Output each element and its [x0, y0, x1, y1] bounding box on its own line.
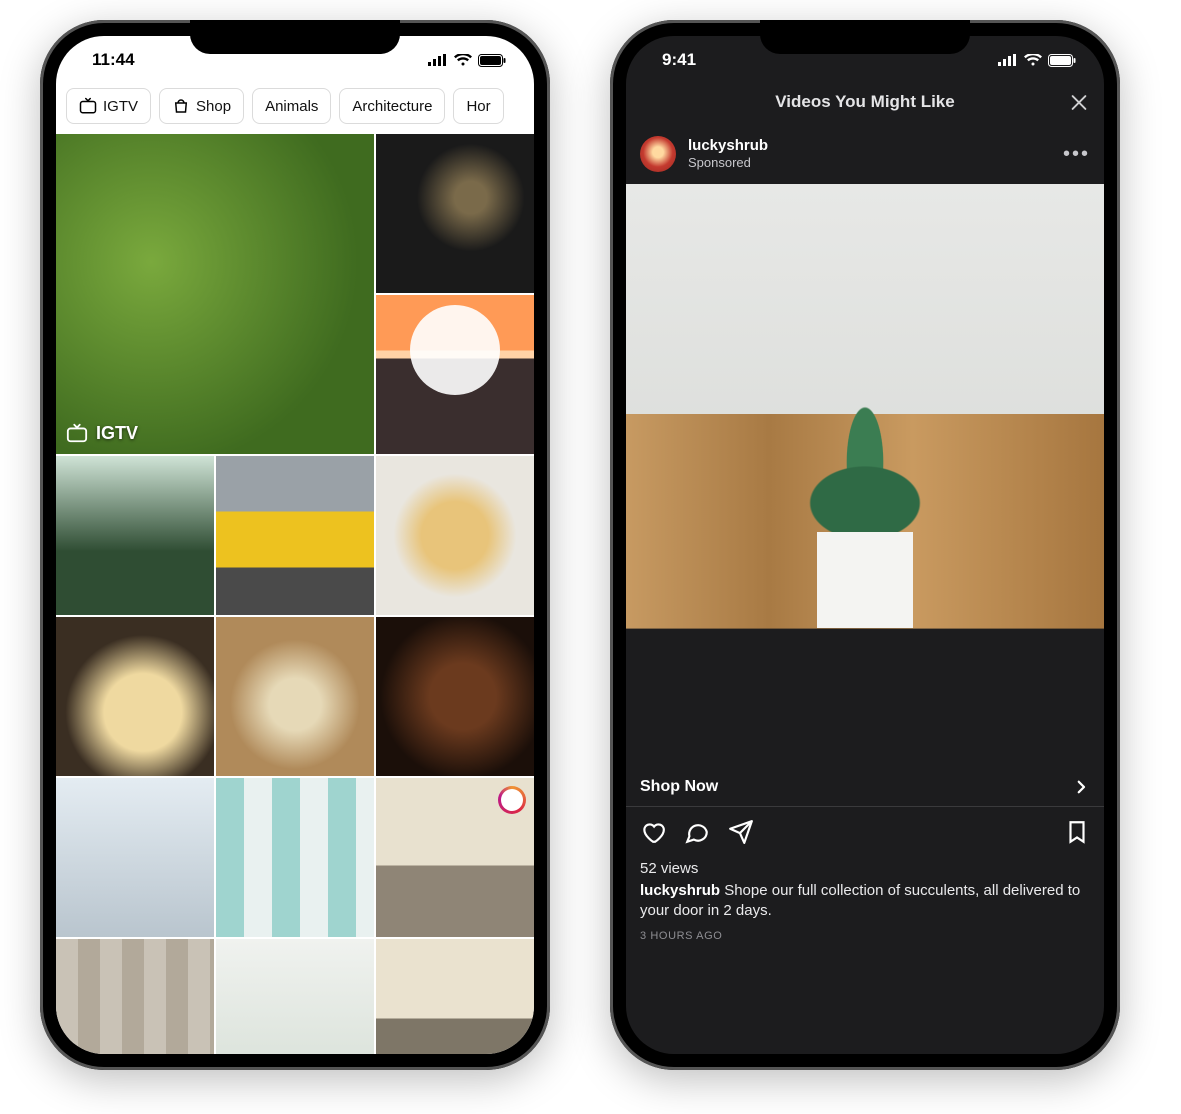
views-count: 52 views	[626, 856, 1104, 879]
grid-tile-greenery-house[interactable]	[56, 456, 214, 615]
chip-partial[interactable]: Hor	[453, 88, 503, 124]
igtv-badge: IGTV	[66, 422, 138, 444]
chip-label: Animals	[265, 98, 318, 115]
post-caption: luckyshrub Shope our full collection of …	[626, 879, 1104, 926]
share-button[interactable]	[728, 819, 754, 850]
explore-grid[interactable]: IGTV	[56, 134, 534, 1054]
wifi-icon	[1024, 54, 1042, 66]
grid-tile-yellow-car[interactable]	[216, 456, 374, 615]
post-user-block[interactable]: luckyshrub Sponsored	[688, 137, 768, 171]
post-timestamp: 3 HOURS AGO	[626, 926, 1104, 942]
post-header: luckyshrub Sponsored •••	[626, 126, 1104, 184]
avatar[interactable]	[640, 136, 676, 172]
chip-label: Architecture	[352, 98, 432, 115]
cta-bar[interactable]: Shop Now	[626, 764, 1104, 807]
post-username: luckyshrub	[688, 137, 768, 155]
cellular-icon	[998, 54, 1018, 66]
action-row	[626, 807, 1104, 856]
shopping-bag-icon	[172, 97, 190, 115]
grid-tile-feature-forest[interactable]: IGTV	[56, 134, 374, 454]
caption-username[interactable]: luckyshrub	[640, 882, 720, 899]
heart-icon	[640, 819, 666, 845]
story-ring-icon	[498, 786, 526, 814]
post-media-plant[interactable]	[626, 184, 1104, 764]
chip-label: Hor	[466, 98, 490, 115]
chevron-right-icon	[1072, 778, 1090, 796]
grid-tile-surfer[interactable]	[376, 778, 534, 937]
save-button[interactable]	[1064, 819, 1090, 850]
grid-tile-sunset[interactable]	[376, 295, 534, 454]
device-notch	[760, 20, 970, 54]
status-icons	[998, 54, 1076, 67]
phone-frame-explore: 11:44 IGTV Shop Animals Architecture	[40, 20, 550, 1070]
close-button[interactable]	[1068, 92, 1090, 119]
wifi-icon	[454, 54, 472, 66]
close-icon	[1068, 92, 1090, 114]
category-chips-row[interactable]: IGTV Shop Animals Architecture Hor	[56, 84, 534, 134]
cellular-icon	[428, 54, 448, 66]
page-title: Videos You Might Like	[775, 92, 954, 112]
grid-tile-noodles[interactable]	[56, 617, 214, 776]
chip-architecture[interactable]: Architecture	[339, 88, 445, 124]
grid-tile-latte[interactable]	[376, 617, 534, 776]
post-more-button[interactable]: •••	[1063, 143, 1090, 166]
chip-shop[interactable]: Shop	[159, 88, 244, 124]
grid-tile-balconies[interactable]	[216, 778, 374, 937]
chip-animals[interactable]: Animals	[252, 88, 331, 124]
chip-label: IGTV	[103, 98, 138, 115]
cta-label: Shop Now	[640, 778, 718, 796]
grid-tile-window-plant[interactable]	[216, 939, 374, 1054]
grid-tile-corn[interactable]	[376, 456, 534, 615]
battery-icon	[1048, 54, 1076, 67]
battery-icon	[478, 54, 506, 67]
phone-frame-post: 9:41 Videos You Might Like luckyshrub Sp…	[610, 20, 1120, 1070]
bookmark-icon	[1064, 819, 1090, 845]
comment-button[interactable]	[684, 819, 710, 850]
status-time: 11:44	[84, 50, 135, 70]
status-time: 9:41	[654, 50, 696, 70]
post-screen: 9:41 Videos You Might Like luckyshrub Sp…	[626, 36, 1104, 1054]
igtv-icon	[66, 422, 88, 444]
send-icon	[728, 819, 754, 845]
chip-igtv[interactable]: IGTV	[66, 88, 151, 124]
grid-tile-food-plate[interactable]	[376, 134, 534, 293]
chip-label: Shop	[196, 98, 231, 115]
grid-tile-bookshelf[interactable]	[56, 939, 214, 1054]
grid-tile-beach-silhouette[interactable]	[376, 939, 534, 1054]
like-button[interactable]	[640, 819, 666, 850]
device-notch	[190, 20, 400, 54]
sponsored-label: Sponsored	[688, 155, 768, 171]
videos-topbar: Videos You Might Like	[626, 84, 1104, 126]
comment-icon	[684, 819, 710, 845]
status-icons	[428, 54, 506, 67]
grid-tile-eiffel[interactable]	[56, 778, 214, 937]
explore-screen: 11:44 IGTV Shop Animals Architecture	[56, 36, 534, 1054]
igtv-badge-text: IGTV	[96, 423, 138, 444]
grid-tile-dog[interactable]	[216, 617, 374, 776]
igtv-icon	[79, 97, 97, 115]
